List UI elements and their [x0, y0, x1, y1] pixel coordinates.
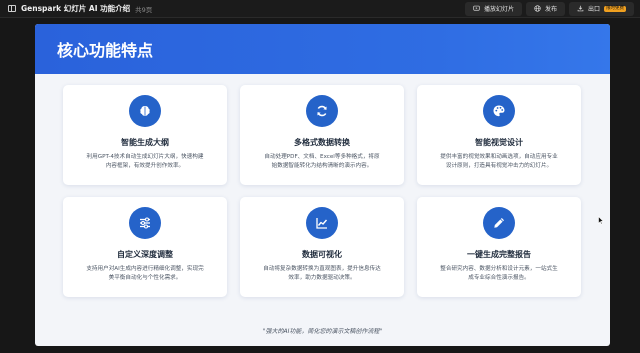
card-description: 提供丰富的视觉效果和动画选项，自动应用专业 设计原则，打造具有视觉冲击力的幻灯片…: [440, 154, 558, 169]
feature-card: 自定义深度调整 支持用户对AI生成内容进行精细化调整，实现完 美平衡自动化与个性…: [63, 197, 227, 297]
page-count: 共9页: [135, 5, 153, 14]
download-icon: [577, 5, 584, 12]
document-title: Genspark 幻灯片 AI 功能介绍: [21, 4, 131, 13]
brain-icon: [129, 95, 161, 127]
sidebar-toggle-icon[interactable]: [8, 5, 16, 12]
card-title: 智能生成大纲: [121, 138, 169, 147]
card-description: 自动将复杂数据转换为直观图表，提升信息传达 效率，助力数据驱动决策。: [263, 266, 381, 281]
export-label: 出口: [587, 6, 600, 13]
card-description: 支持用户对AI生成内容进行精细化调整，实现完 美平衡自动化与个性化需求。: [86, 266, 204, 281]
export-button[interactable]: 出口 限时免费: [568, 1, 634, 16]
publish-button[interactable]: 发布: [525, 1, 565, 16]
publish-label: 发布: [544, 6, 557, 13]
sync-icon: [306, 95, 338, 127]
chart-line-icon: [306, 207, 338, 239]
free-badge: 限时免费: [604, 5, 626, 12]
card-description: 自动处理PDF、文档、Excel等多种格式，将原 始数据智能转化为结构清晰的演示…: [264, 154, 380, 169]
card-description: 利用GPT-4技术自动生成幻灯片大纲，快速构建 内容框架，有效提升创作效率。: [86, 154, 204, 169]
play-slideshow-label: 播放幻灯片: [483, 6, 514, 13]
feature-card: 多格式数据转换 自动处理PDF、文档、Excel等多种格式，将原 始数据智能转化…: [240, 85, 404, 185]
card-title: 一键生成完整报告: [467, 250, 531, 259]
feature-card: 智能视觉设计 提供丰富的视觉效果和动画选项，自动应用专业 设计原则，打造具有视觉…: [417, 85, 581, 185]
globe-icon: [534, 5, 541, 12]
card-title: 智能视觉设计: [475, 138, 523, 147]
slide-title: 核心功能特点: [57, 41, 154, 60]
card-title: 多格式数据转换: [294, 138, 350, 147]
palette-icon: [483, 95, 515, 127]
sliders-icon: [129, 207, 161, 239]
feature-card: 数据可视化 自动将复杂数据转换为直观图表，提升信息传达 效率，助力数据驱动决策。: [240, 197, 404, 297]
top-bar: Genspark 幻灯片 AI 功能介绍 共9页 播放幻灯片 发布 出口 限时免…: [0, 0, 640, 18]
card-description: 整合研究内容、数据分析和设计元素，一站式生 成专业综合性演示报告。: [440, 266, 558, 281]
play-icon: [473, 5, 480, 11]
slide-header: 核心功能特点: [35, 24, 610, 74]
footer-quote: "强大的AI功能，简化您的演示文稿创作流程": [262, 328, 383, 335]
mouse-cursor-icon: [598, 216, 604, 225]
feature-card: 智能生成大纲 利用GPT-4技术自动生成幻灯片大纲，快速构建 内容框架，有效提升…: [63, 85, 227, 185]
pen-icon: [483, 207, 515, 239]
card-title: 自定义深度调整: [117, 250, 173, 259]
slide-canvas: 核心功能特点 智能生成大纲 利用GPT-4技术自动生成幻灯片大纲，快速构建 内容…: [35, 24, 610, 346]
card-title: 数据可视化: [302, 250, 342, 259]
feature-card: 一键生成完整报告 整合研究内容、数据分析和设计元素，一站式生 成专业综合性演示报…: [417, 197, 581, 297]
play-slideshow-button[interactable]: 播放幻灯片: [464, 1, 522, 16]
